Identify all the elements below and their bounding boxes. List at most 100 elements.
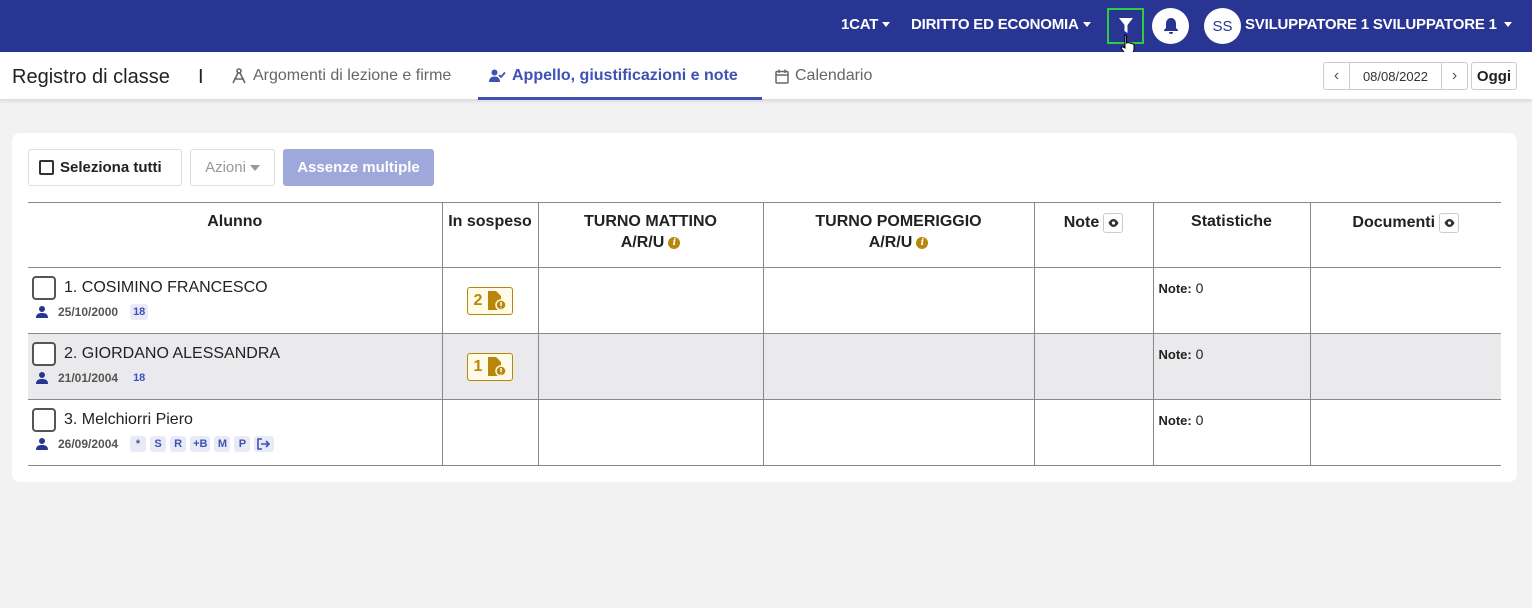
class-label: 1CAT — [841, 16, 879, 33]
table-header-row: Alunno In sospeso TURNO MATTINO A/R/U i T… — [28, 202, 1501, 268]
chevron-down-icon — [249, 164, 260, 171]
tab-argomenti[interactable]: Argomenti di lezione e firme — [231, 67, 451, 85]
chevron-down-icon — [1503, 22, 1512, 27]
date-navigator: ‹ 08/08/2022 › — [1323, 62, 1468, 90]
document-warning-icon — [488, 357, 507, 377]
afternoon-shift-cell[interactable] — [762, 333, 1034, 400]
student-info: 26/09/2004 * S R +B M P — [36, 436, 275, 452]
student-checkbox[interactable] — [32, 276, 56, 300]
header-turno-mattino: TURNO MATTINO A/R/U i — [537, 202, 763, 268]
student-dob: 21/01/2004 — [58, 371, 119, 385]
notes-cell[interactable] — [1033, 399, 1153, 466]
student-checkbox[interactable] — [32, 408, 56, 432]
badge-s: S — [150, 436, 167, 452]
student-checkbox[interactable] — [32, 342, 56, 366]
documents-cell[interactable] — [1309, 333, 1501, 400]
sub-header: Registro di classe I Argomenti di lezion… — [0, 52, 1532, 100]
student-name[interactable]: 2. GIORDANO ALESSANDRA — [64, 345, 280, 363]
student-info: 25/10/2000 18 — [36, 304, 149, 320]
subject-label: DIRITTO ED ECONOMIA — [911, 16, 1079, 33]
pending-justifications-button[interactable]: 2 — [466, 287, 514, 315]
compass-icon — [232, 68, 246, 84]
tab-appello[interactable]: Appello, giustificazioni e note — [489, 67, 738, 85]
tab-calendario[interactable]: Calendario — [775, 67, 872, 85]
notes-cell[interactable] — [1033, 267, 1153, 334]
student-info: 21/01/2004 18 — [36, 370, 149, 386]
exit-icon — [254, 436, 275, 452]
user-name: SVILUPPATORE 1 SVILUPPATORE 1 — [1245, 16, 1497, 33]
pending-cell — [441, 399, 538, 466]
age-badge: 18 — [130, 370, 149, 386]
chevron-down-icon — [1082, 22, 1091, 27]
afternoon-shift-cell[interactable] — [762, 267, 1034, 334]
today-button[interactable]: Oggi — [1471, 62, 1517, 90]
student-cell: 1. COSIMINO FRANCESCO 25/10/2000 18 — [28, 267, 442, 334]
student-dob: 25/10/2000 — [58, 305, 119, 319]
actions-dropdown[interactable]: Azioni — [190, 149, 275, 186]
top-navbar: 1CAT DIRITTO ED ECONOMIA SS SVILUPPATORE… — [0, 0, 1532, 56]
page-title: Registro di classe — [12, 66, 170, 88]
header-note: Note — [1033, 202, 1153, 268]
statistics-cell: Note: 0 — [1152, 399, 1310, 466]
pending-cell: 2 — [441, 267, 538, 334]
notes-cell[interactable] — [1033, 333, 1153, 400]
document-warning-icon — [488, 291, 507, 311]
tab-label: Appello, giustificazioni e note — [512, 67, 738, 84]
badge-r: R — [170, 436, 187, 452]
next-day-button[interactable]: › — [1442, 63, 1467, 89]
statistics-cell: Note: 0 — [1152, 267, 1310, 334]
notifications-button[interactable] — [1152, 8, 1189, 44]
age-badge: 18 — [130, 304, 149, 320]
prev-day-button[interactable]: ‹ — [1324, 63, 1349, 89]
multiple-absences-button[interactable]: Assenze multiple — [283, 149, 434, 186]
chevron-right-icon: › — [1451, 67, 1458, 84]
table-row: 1. COSIMINO FRANCESCO 25/10/2000 18 2 No… — [28, 267, 1501, 334]
subject-selector[interactable]: DIRITTO ED ECONOMIA — [911, 16, 1091, 33]
chevron-down-icon — [882, 22, 891, 27]
students-table: Alunno In sospeso TURNO MATTINO A/R/U i T… — [28, 202, 1501, 466]
header-turno-pomeriggio: TURNO POMERIGGIO A/R/U i — [762, 202, 1034, 268]
badge-asterisk: * — [130, 436, 147, 452]
user-icon — [36, 306, 48, 318]
tab-label: Calendario — [795, 67, 873, 84]
bell-icon — [1163, 18, 1178, 34]
calendar-icon — [775, 69, 789, 84]
user-menu[interactable]: SVILUPPATORE 1 SVILUPPATORE 1 — [1245, 16, 1512, 33]
select-all-label: Seleziona tutti — [60, 159, 162, 176]
student-cell: 2. GIORDANO ALESSANDRA 21/01/2004 18 — [28, 333, 442, 400]
morning-shift-cell[interactable] — [537, 333, 763, 400]
afternoon-shift-cell[interactable] — [762, 399, 1034, 466]
user-icon — [36, 438, 48, 450]
pending-justifications-button[interactable]: 1 — [466, 353, 514, 381]
student-name[interactable]: 3. Melchiorri Piero — [64, 411, 193, 429]
student-name[interactable]: 1. COSIMINO FRANCESCO — [64, 279, 268, 297]
tab-label: Argomenti di lezione e firme — [253, 67, 452, 84]
eye-icon[interactable] — [1439, 213, 1460, 233]
table-row: 2. GIORDANO ALESSANDRA 21/01/2004 18 1 N… — [28, 333, 1501, 400]
chevron-left-icon: ‹ — [1333, 67, 1340, 84]
pending-cell: 1 — [441, 333, 538, 400]
filter-icon — [1118, 18, 1133, 33]
documents-cell[interactable] — [1309, 267, 1501, 334]
header-in-sospeso: In sospeso — [441, 202, 538, 268]
select-all-button[interactable]: Seleziona tutti — [28, 149, 182, 186]
header-alunno: Alunno — [28, 202, 442, 268]
checkbox-icon — [39, 160, 54, 175]
badge-plus-b: +B — [190, 436, 211, 452]
info-icon[interactable]: i — [668, 236, 681, 249]
documents-cell[interactable] — [1309, 399, 1501, 466]
student-dob: 26/09/2004 — [58, 437, 119, 451]
badge-m: M — [214, 436, 231, 452]
morning-shift-cell[interactable] — [537, 399, 763, 466]
active-tab-indicator — [478, 97, 762, 100]
avatar[interactable]: SS — [1204, 8, 1241, 44]
eye-icon[interactable] — [1103, 213, 1124, 233]
class-selector[interactable]: 1CAT — [841, 16, 891, 33]
title-separator: I — [198, 66, 204, 88]
header-documenti: Documenti — [1309, 202, 1501, 268]
info-icon[interactable]: i — [916, 236, 929, 249]
morning-shift-cell[interactable] — [537, 267, 763, 334]
badge-p: P — [234, 436, 251, 452]
table-row: 3. Melchiorri Piero 26/09/2004 * S R +B … — [28, 399, 1501, 466]
current-date[interactable]: 08/08/2022 — [1349, 63, 1442, 89]
